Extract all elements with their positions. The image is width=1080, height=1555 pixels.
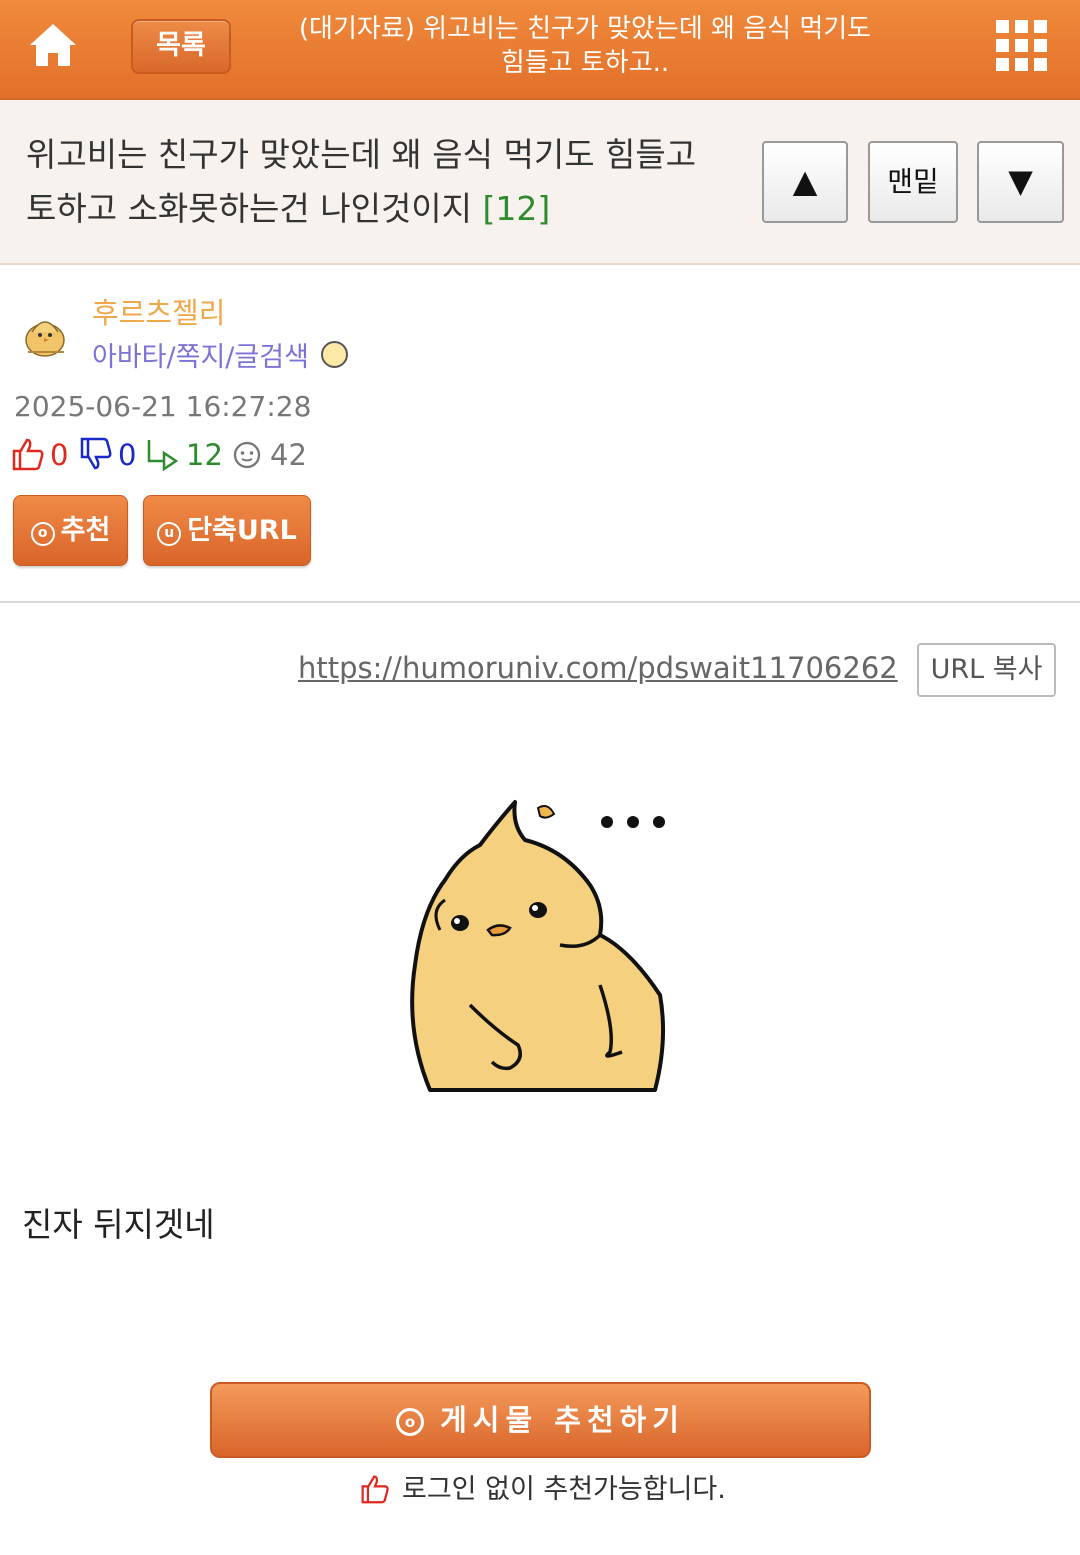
short-url-button[interactable]: u 단축URL: [143, 495, 311, 566]
go-bottom-button[interactable]: 맨밑: [868, 141, 958, 223]
home-icon[interactable]: [26, 20, 80, 74]
top-bar: 목록 (대기자료) 위고비는 친구가 맞았는데 왜 음식 먹기도 힘들고 토하고…: [0, 0, 1080, 100]
recommend-label: 추천: [60, 515, 111, 546]
divider: [0, 601, 1080, 603]
recommend-button[interactable]: o 추천: [13, 495, 128, 566]
views-icon: [232, 437, 262, 473]
thumbs-up-icon: [12, 437, 44, 475]
avatar[interactable]: [20, 304, 72, 364]
recommend-post-label: 게시물 추천하기: [440, 1403, 685, 1437]
post-title-area: 위고비는 친구가 맞았는데 왜 음식 먹기도 힘들고 토하고 소화못하는건 나인…: [0, 100, 1080, 265]
thumbs-up-small-icon: [361, 1475, 389, 1504]
thumbs-down-icon: [80, 437, 112, 473]
comment-stat-count: 12: [186, 438, 223, 472]
short-url-label: 단축URL: [187, 515, 297, 546]
url-copy-button[interactable]: URL 복사: [917, 643, 1056, 697]
author-name[interactable]: 후르츠젤리: [92, 290, 225, 332]
dislike-count: 0: [118, 438, 137, 472]
login-note: 로그인 없이 추천가능합니다.: [360, 1470, 726, 1510]
recommend-post-button[interactable]: o 게시물 추천하기: [210, 1382, 871, 1458]
post-url-link[interactable]: https://humoruniv.com/pdswait11706262: [298, 651, 898, 685]
prev-post-button[interactable]: ▲: [762, 141, 848, 223]
like-count: 0: [50, 438, 69, 472]
header-title: (대기자료) 위고비는 친구가 맞았는데 왜 음식 먹기도 힘들고 토하고..: [298, 14, 872, 78]
url-circle-icon: u: [157, 522, 182, 546]
login-note-text: 로그인 없이 추천가능합니다.: [402, 1474, 726, 1505]
badge-icon: [321, 341, 348, 368]
post-title-text: 위고비는 친구가 맞았는데 왜 음식 먹기도 힘들고 토하고 소화못하는건 나인…: [26, 135, 697, 228]
next-post-button[interactable]: ▼: [977, 141, 1064, 223]
author-links[interactable]: 아바타/쪽지/글검색: [92, 335, 309, 374]
comment-count[interactable]: [12]: [483, 189, 551, 228]
recommend-circle-icon: o: [30, 522, 55, 546]
post-body-text: 진자 뒤지겟네: [22, 1205, 215, 1244]
chick-sticker-image: [400, 790, 680, 1100]
view-count: 42: [270, 438, 307, 472]
reply-icon: [146, 437, 180, 473]
list-button[interactable]: 목록: [131, 19, 231, 74]
grid-menu-icon[interactable]: [996, 20, 1048, 72]
post-date: 2025-06-21 16:27:28: [14, 390, 312, 423]
recommend-post-circle-icon: o: [396, 1408, 425, 1436]
post-title: 위고비는 친구가 맞았는데 왜 음식 먹기도 힘들고 토하고 소화못하는건 나인…: [26, 128, 726, 236]
